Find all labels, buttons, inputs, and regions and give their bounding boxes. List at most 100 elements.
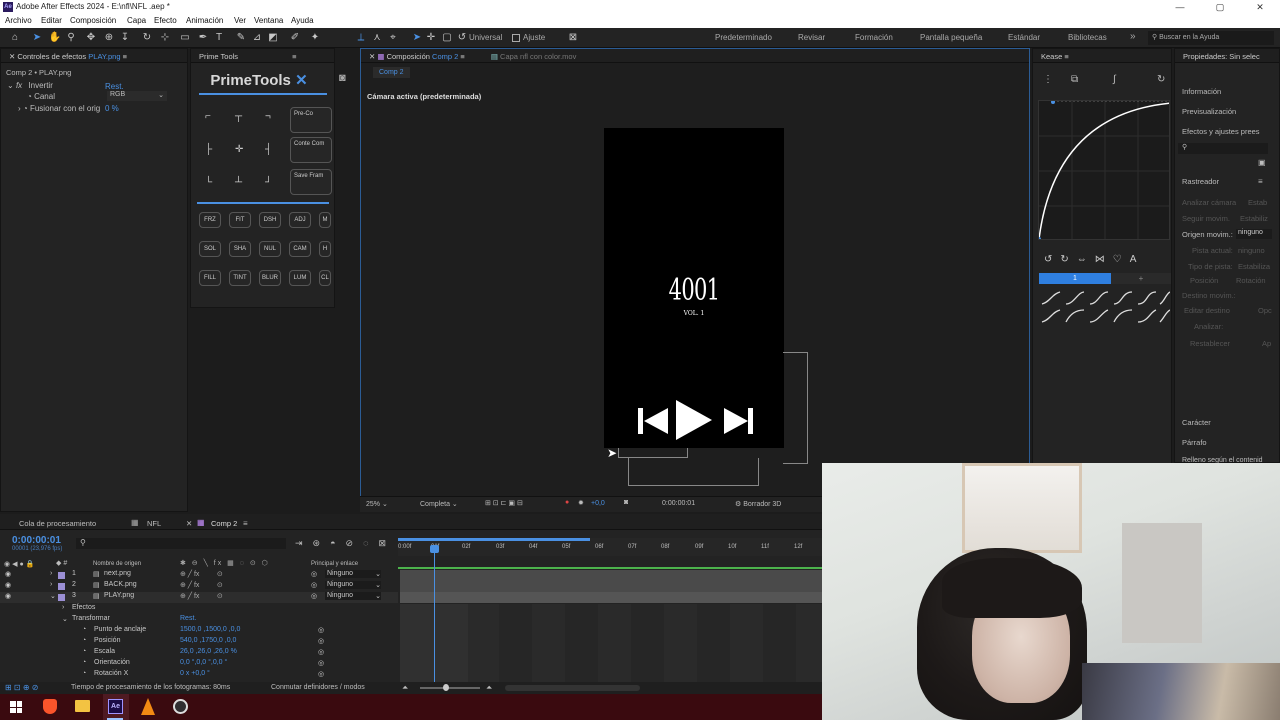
edit-target-button[interactable]: Editar destino (1184, 306, 1230, 315)
eye-icon[interactable]: ◉ (5, 570, 11, 578)
fit-button[interactable]: FIT (229, 212, 251, 228)
draft-3d-icon[interactable]: ⊛ (313, 538, 331, 548)
maximize-button[interactable]: ▢ (1200, 0, 1240, 14)
playhead-handle[interactable] (430, 545, 439, 553)
stopwatch-icon[interactable]: ◔ (27, 92, 34, 101)
close-button[interactable]: ✕ (1240, 0, 1280, 14)
footer-icons[interactable]: ⊞ ⊡ ⊕ ⊘ (5, 683, 38, 692)
color-wheel-icon[interactable]: ● (565, 499, 569, 506)
exposure-value[interactable]: +0,0 (591, 500, 605, 507)
tracker-menu-icon[interactable]: ≡ (1258, 177, 1263, 186)
stopwatch-icon[interactable]: ◔ (82, 670, 86, 677)
vlc-icon[interactable] (141, 698, 155, 715)
rotate-3d-icon[interactable]: ↺ (455, 31, 469, 45)
easing-curve-graph[interactable] (1038, 100, 1170, 240)
world-axis-icon[interactable]: ⋏ (370, 31, 384, 45)
copy-icon[interactable]: ⧉ (1071, 74, 1078, 85)
save-frame-button[interactable]: Save Fram (290, 169, 332, 195)
parent-select[interactable]: Ninguno ⌄ (325, 570, 381, 578)
align-top-left-icon[interactable]: ⌐ (205, 111, 211, 122)
comp-subtab[interactable]: Comp 2 (373, 67, 410, 78)
help-search-input[interactable]: ⚲ Buscar en la Ayuda (1148, 31, 1274, 45)
properties-header[interactable]: Propiedades: Sin selec (1175, 49, 1279, 63)
play-icon[interactable] (676, 400, 712, 440)
frz-button[interactable]: FRZ (199, 212, 221, 228)
workspace-estandar[interactable]: Estándar (1008, 33, 1040, 42)
renderer-select[interactable]: ⚙ Borrador 3D (735, 500, 781, 508)
canal-select[interactable]: RGB ⌄ (107, 91, 167, 101)
windows-icon[interactable] (10, 701, 22, 713)
options-button[interactable]: Opc (1258, 306, 1272, 315)
stopwatch-icon[interactable]: ◔ (82, 626, 86, 633)
puppet-tool-icon[interactable]: ✦ (308, 31, 322, 45)
h-button[interactable]: H (319, 241, 331, 257)
menu-animacion[interactable]: Animación (186, 16, 223, 25)
dolly-tool-icon[interactable]: ↧ (118, 31, 132, 45)
align-bottom-center-icon[interactable]: ┴ (235, 177, 242, 188)
zoom-slider-handle[interactable] (443, 684, 449, 691)
previous-icon[interactable] (638, 408, 668, 434)
kease-tab[interactable]: Kease ≡ (1033, 49, 1171, 63)
playhead[interactable] (434, 547, 435, 682)
redo-icon[interactable]: ↻ (1060, 254, 1076, 265)
obs-icon[interactable] (173, 699, 188, 714)
mirror-icon[interactable]: ⋈ (1095, 254, 1113, 265)
menu-capa[interactable]: Capa (127, 16, 146, 25)
effect-controls-tab[interactable]: ✕ Controles de efectos PLAY.png ≡ (1, 49, 187, 63)
reset-button[interactable]: Restablecer (1190, 339, 1230, 348)
layer-row[interactable]: ◉ › 1 ▤ next.png ⊕ ╱ fx ⊙ ◎ Ninguno ⌄ (0, 570, 398, 581)
comp2-tab[interactable]: Comp 2 (211, 519, 237, 528)
layer-bar[interactable] (400, 592, 822, 603)
reset-icon[interactable]: ↻ (1157, 74, 1165, 85)
pen-tool-icon[interactable]: ✒ (196, 31, 210, 45)
time-ruler[interactable]: 0:00f 01f 02f 03f 04f 05f 06f 07f 08f 09… (398, 538, 822, 556)
analyze-camera-button[interactable]: Analizar cámara (1182, 198, 1236, 207)
blur-button[interactable]: BLUR (259, 270, 281, 286)
stopwatch-icon[interactable]: ◔ (82, 648, 86, 655)
align-bottom-right-icon[interactable]: ┘ (265, 177, 272, 188)
zoom-tool-icon[interactable]: ⚲ (64, 31, 78, 45)
more-workspaces-icon[interactable]: » (1130, 31, 1136, 42)
region-icon[interactable]: ⊞ ⊡ ⊏ ▣ ⊟ (485, 499, 523, 507)
select-3d-icon[interactable]: ➤ (410, 31, 424, 45)
graph-editor-icon[interactable]: ⊠ (378, 538, 396, 548)
scale-3d-icon[interactable]: ▢ (440, 31, 454, 45)
content-button[interactable]: Conte Com (290, 137, 332, 163)
preset-tab-1[interactable]: 1 (1039, 273, 1111, 284)
menu-ayuda[interactable]: Ayuda (291, 16, 314, 25)
selection-tool-icon[interactable]: ➤ (30, 31, 44, 45)
layer-bar[interactable] (400, 581, 822, 592)
favorite-icon[interactable]: ♡ (1113, 254, 1130, 265)
parent-select[interactable]: Ninguno ⌄ (325, 592, 381, 600)
comp-timecode[interactable]: 0:00:00:01 (662, 500, 695, 507)
next-icon[interactable] (724, 408, 753, 434)
zoom-slider[interactable] (420, 687, 480, 689)
rectangle-tool-icon[interactable]: ▭ (178, 31, 192, 45)
add-preset-button[interactable]: + (1111, 273, 1171, 284)
menu-ventana[interactable]: Ventana (254, 16, 283, 25)
workspace-bibliotecas[interactable]: Bibliotecas (1068, 33, 1107, 42)
tint-button[interactable]: TINT (229, 270, 251, 286)
tracker-section[interactable]: Rastreador (1182, 177, 1219, 186)
stabilize-motion-button[interactable]: Estabiliz (1240, 214, 1268, 223)
render-queue-tab[interactable]: Cola de procesamiento (19, 519, 96, 528)
dsh-button[interactable]: DSH (259, 212, 281, 228)
stabilize-button[interactable]: Estab (1248, 198, 1267, 207)
move-3d-icon[interactable]: ✛ (424, 31, 438, 45)
info-section[interactable]: Información (1182, 87, 1221, 96)
blend-value[interactable]: 0 % (105, 104, 119, 113)
fill-button[interactable]: FILL (199, 270, 221, 286)
align-middle-right-icon[interactable]: ┤ (265, 144, 272, 155)
workspace-revisar[interactable]: Revisar (798, 33, 825, 42)
flip-icon[interactable]: ⇔ (1077, 254, 1095, 265)
undo-icon[interactable]: ↺ (1044, 254, 1060, 265)
menu-icon[interactable]: ⋮ (1043, 74, 1053, 85)
nfl-tab[interactable]: NFL (147, 519, 161, 528)
comp-flowchart-icon[interactable]: ⇥ (295, 538, 313, 548)
eye-icon[interactable]: ◉ (5, 581, 11, 589)
brave-icon[interactable] (43, 699, 57, 714)
character-section[interactable]: Carácter (1182, 418, 1211, 427)
source-name-header[interactable]: Nombre de origen (93, 561, 141, 567)
preview-section[interactable]: Previsualización (1182, 107, 1236, 116)
composition-tab[interactable]: Composición Comp 2 (387, 52, 459, 61)
